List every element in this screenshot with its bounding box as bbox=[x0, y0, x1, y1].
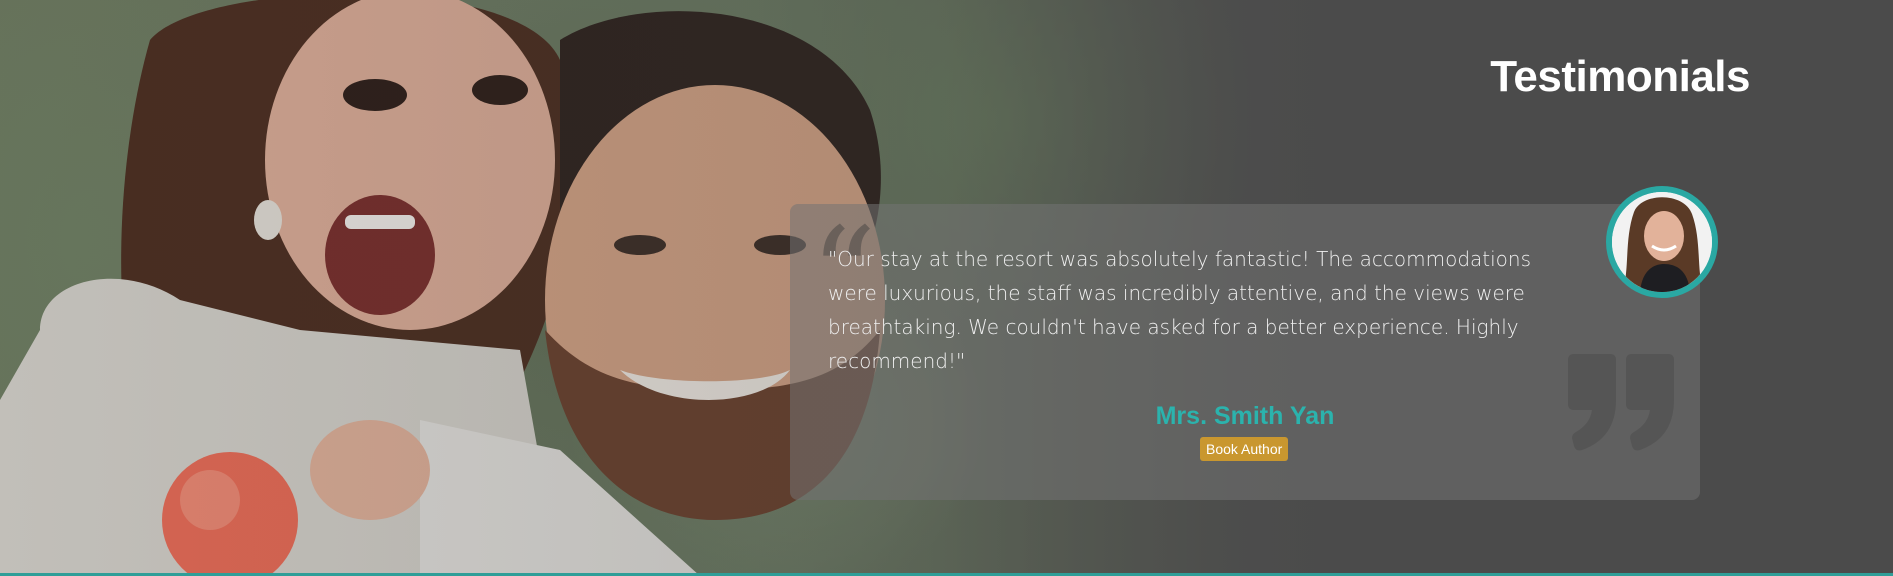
author-avatar bbox=[1606, 186, 1718, 298]
testimonial-quote: "Our stay at the resort was absolutely f… bbox=[828, 247, 1532, 373]
testimonials-section: Testimonials “ "Our stay at the resort w… bbox=[0, 0, 1893, 576]
testimonial-author-role-badge: Book Author bbox=[1200, 437, 1289, 461]
testimonial-author-name: Mrs. Smith Yan bbox=[1155, 402, 1335, 430]
testimonial-card: “ "Our stay at the resort was absolutely… bbox=[790, 204, 1700, 500]
avatar-portrait-icon bbox=[1612, 192, 1712, 292]
section-title: Testimonials bbox=[1490, 52, 1750, 101]
